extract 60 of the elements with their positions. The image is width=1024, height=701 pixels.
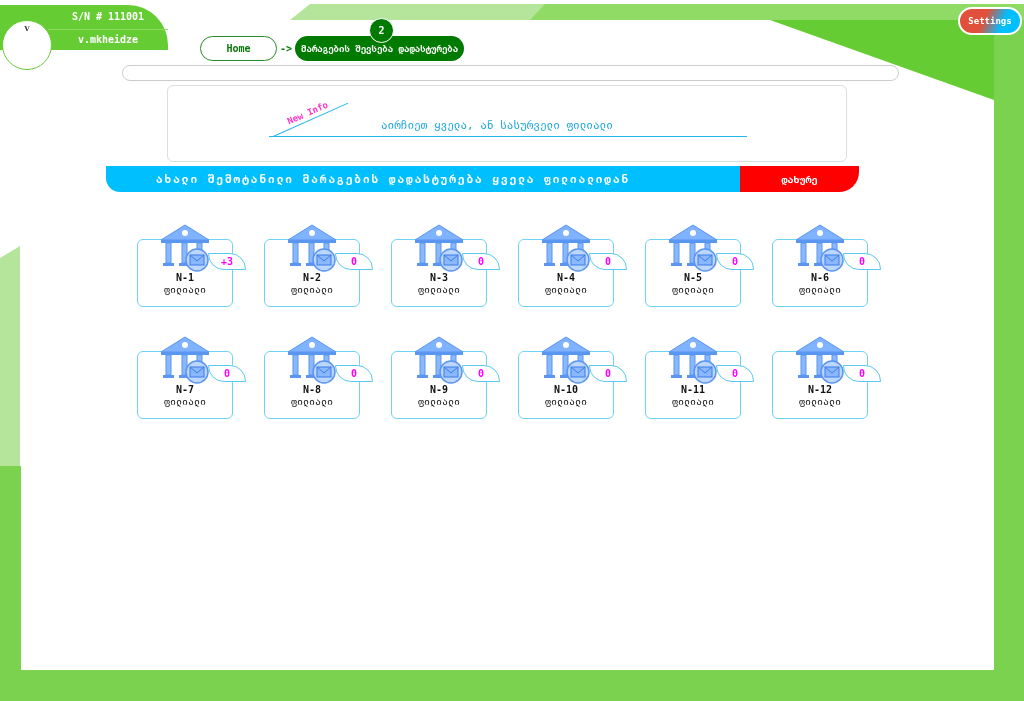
branch-label: ფილიალი xyxy=(163,284,207,296)
count-badge: 0 xyxy=(589,365,627,382)
bank-mail-icon xyxy=(413,224,465,272)
branch-label: ფილიალი xyxy=(544,396,588,408)
home-button[interactable]: Home xyxy=(200,36,277,61)
count-badge: 0 xyxy=(716,365,754,382)
branch-label: ფილიალი xyxy=(798,396,842,408)
count-badge: +3 xyxy=(208,253,246,270)
count-badge: 0 xyxy=(462,365,500,382)
search-field[interactable] xyxy=(122,65,899,81)
count-badge: 0 xyxy=(589,253,627,270)
bank-mail-icon xyxy=(286,336,338,384)
branch-number: N-3 xyxy=(429,272,449,284)
bank-mail-icon xyxy=(286,224,338,272)
bank-mail-icon xyxy=(667,336,719,384)
branch-label: ფილიალი xyxy=(290,396,334,408)
bank-mail-icon xyxy=(159,336,211,384)
branch-number: N-1 xyxy=(175,272,195,284)
bank-mail-icon xyxy=(540,336,592,384)
branch-number: N-2 xyxy=(302,272,322,284)
branch-number: N-9 xyxy=(429,384,449,396)
count-badge: 0 xyxy=(208,365,246,382)
bank-mail-icon xyxy=(667,224,719,272)
branch-label: ფილიალი xyxy=(671,284,715,296)
count-badge: 0 xyxy=(335,365,373,382)
branch-number: N-5 xyxy=(683,272,703,284)
branch-label: ფილიალი xyxy=(417,284,461,296)
bank-mail-icon xyxy=(159,224,211,272)
count-badge: 0 xyxy=(335,253,373,270)
bank-mail-icon xyxy=(794,224,846,272)
bank-mail-icon xyxy=(540,224,592,272)
branch-number: N-12 xyxy=(807,384,833,396)
serial-number: S/N # 111001 xyxy=(48,5,168,30)
branch-number: N-4 xyxy=(556,272,576,284)
branch-label: ფილიალი xyxy=(798,284,842,296)
branch-number: N-11 xyxy=(680,384,706,396)
bank-mail-icon xyxy=(413,336,465,384)
branch-label: ფილიალი xyxy=(290,284,334,296)
breadcrumb-arrow: -> xyxy=(280,43,293,54)
username: v.mkheidze xyxy=(76,33,140,47)
settings-button[interactable]: Settings xyxy=(958,7,1022,35)
branch-label: ფილიალი xyxy=(671,396,715,408)
info-message: აირჩიეთ ყველა, ან სასურველი ფილიალი xyxy=(381,119,613,132)
new-info-tag: New Info xyxy=(285,99,330,127)
branch-label: ფილიალი xyxy=(417,396,461,408)
branch-number: N-7 xyxy=(175,384,195,396)
step-number: 2 xyxy=(369,18,395,43)
branch-number: N-10 xyxy=(553,384,579,396)
count-badge: 0 xyxy=(462,253,500,270)
count-badge: 0 xyxy=(716,253,754,270)
close-button[interactable]: დახურე xyxy=(740,166,859,192)
branch-number: N-8 xyxy=(302,384,322,396)
current-step: მარაგების შევსება დადასტურება xyxy=(301,43,459,54)
count-badge: 0 xyxy=(843,253,881,270)
bank-mail-icon xyxy=(794,336,846,384)
branch-label: ფილიალი xyxy=(163,396,207,408)
branch-number: N-6 xyxy=(810,272,830,284)
count-badge: 0 xyxy=(843,365,881,382)
action-title: ახალი შემოტანილი მარაგების დადასტურება ყველა ფილიალიდან xyxy=(106,166,740,192)
branch-label: ფილიალი xyxy=(544,284,588,296)
